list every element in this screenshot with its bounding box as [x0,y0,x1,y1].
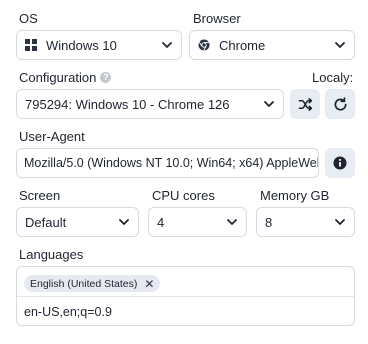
screen-label: Screen [19,188,61,203]
user-agent-input[interactable]: Mozilla/5.0 (Windows NT 10.0; Win64; x64… [16,148,319,178]
languages-field[interactable]: English (United States) ✕ en-US,en;q=0.9 [16,266,355,326]
locally-label: Localy: [312,70,354,85]
windows-icon [25,39,37,51]
divider [17,296,354,297]
chevron-down-icon [118,216,130,228]
os-label: OS [19,11,38,26]
shuffle-button[interactable] [290,89,320,119]
cpu-select[interactable]: 4 [148,207,247,237]
memory-label: Memory GB [260,188,330,203]
configuration-select[interactable]: 795294: Windows 10 - Chrome 126 [16,89,284,119]
chevron-down-icon [226,216,238,228]
languages-label: Languages [19,247,84,262]
chevron-down-icon [161,39,173,51]
screen-select-value: Default [25,214,67,230]
close-icon[interactable]: ✕ [144,278,154,290]
os-select-value: Windows 10 [46,37,117,53]
browser-label: Browser [193,11,241,26]
memory-select[interactable]: 8 [256,207,355,237]
chrome-icon [198,39,210,51]
browser-select[interactable]: Chrome [189,30,355,60]
cpu-label: CPU cores [152,188,215,203]
configuration-select-value: 795294: Windows 10 - Chrome 126 [25,96,230,112]
chevron-down-icon [263,98,275,110]
cpu-select-value: 4 [157,214,165,230]
info-icon [333,156,347,170]
screen-select[interactable]: Default [16,207,139,237]
refresh-button[interactable] [325,89,355,119]
language-chip-label: English (United States) [30,277,138,290]
help-icon[interactable]: ? [100,72,112,84]
chevron-down-icon [334,216,346,228]
user-agent-label: User-Agent [19,129,85,144]
chevron-down-icon [334,39,346,51]
language-chip: English (United States) ✕ [24,275,161,292]
configuration-label-text: Configuration [19,70,97,85]
browser-select-value: Chrome [219,37,266,53]
languages-input[interactable]: en-US,en;q=0.9 [24,305,112,319]
shuffle-icon [298,97,312,111]
user-agent-info-button[interactable] [325,148,355,178]
refresh-icon [334,96,347,110]
configuration-label: Configuration? [19,70,112,85]
os-select[interactable]: Windows 10 [16,30,182,60]
memory-select-value: 8 [265,214,273,230]
